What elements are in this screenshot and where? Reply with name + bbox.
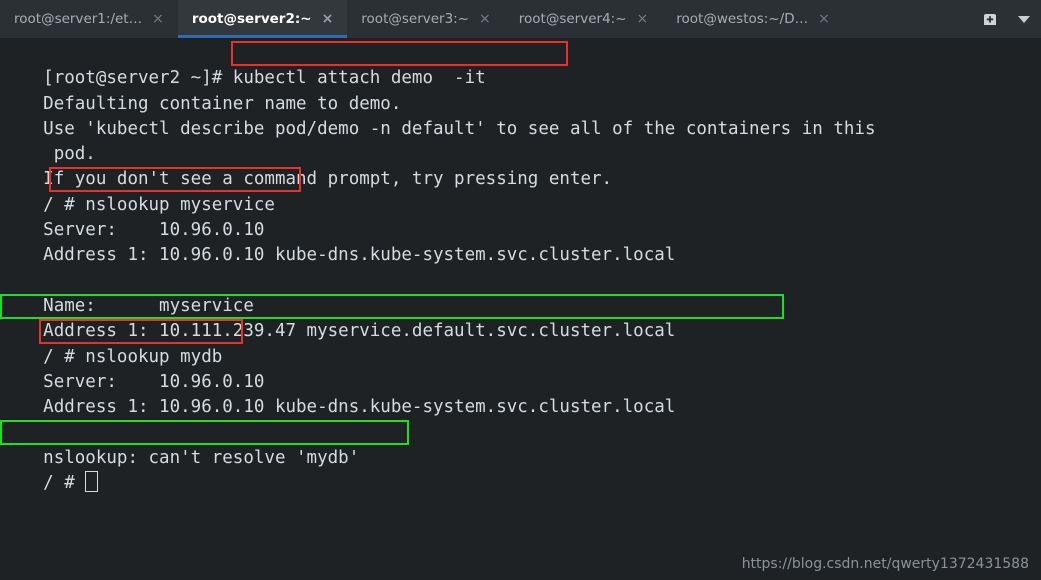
watermark-text: https://blog.csdn.net/qwerty1372431588	[741, 556, 1029, 572]
terminal-line-text: / #	[43, 473, 86, 494]
highlight-box-kubectl-attach	[231, 41, 568, 66]
terminal-line: Address 1: 10.96.0.10 kube-dns.kube-syst…	[0, 370, 1041, 417]
tab-label: root@server3:~	[361, 11, 470, 27]
tab-label: root@server1:/et…	[14, 11, 143, 27]
new-tab-icon[interactable]	[973, 0, 1007, 38]
terminal-tab-bar: root@server1:/et… × root@server2:~ × roo…	[0, 0, 1041, 38]
tab-server1[interactable]: root@server1:/et… ×	[0, 0, 178, 38]
tab-server4[interactable]: root@server4:~ ×	[505, 0, 662, 38]
tab-label: root@server2:~	[191, 11, 312, 27]
tab-westos[interactable]: root@westos:~/D… ×	[662, 0, 844, 38]
close-icon[interactable]: ×	[322, 12, 334, 26]
terminal-line: / # nslookup mydb	[0, 319, 1041, 367]
chevron-down-icon	[1018, 15, 1030, 23]
terminal-line: Address 1: 10.111.239.47 myservice.defau…	[0, 293, 1041, 341]
close-icon[interactable]: ×	[818, 12, 830, 26]
highlight-box-nslookup-myservice	[49, 167, 301, 193]
close-icon[interactable]: ×	[152, 12, 164, 26]
tab-server2[interactable]: root@server2:~ ×	[177, 0, 348, 38]
terminal-line: Server: 10.96.0.10	[0, 345, 1041, 392]
tab-list-dropdown[interactable]	[1007, 0, 1041, 38]
terminal-line: [root@server2 ~]# kubectl attach demo -i…	[0, 41, 1041, 88]
close-icon[interactable]: ×	[479, 12, 491, 26]
tab-server3[interactable]: root@server3:~ ×	[347, 0, 504, 38]
close-icon[interactable]: ×	[637, 12, 649, 26]
cursor-block	[85, 471, 99, 493]
terminal-line: If you don't see a command prompt, try p…	[0, 142, 1041, 189]
highlight-box-nslookup-mydb	[39, 319, 243, 345]
tab-label: root@server4:~	[518, 11, 627, 27]
tab-label: root@westos:~/D…	[676, 11, 809, 27]
terminal-line: / # nslookup myservice	[0, 167, 1041, 215]
tab-bar-spacer	[844, 0, 973, 38]
terminal-line: Address 1: 10.96.0.10 kube-dns.kube-syst…	[0, 218, 1041, 265]
terminal-prompt-line: / #	[0, 446, 1041, 493]
terminal-line: nslookup: can't resolve 'mydb'	[0, 420, 1041, 468]
terminal-line: Name: myservice	[0, 269, 1041, 316]
highlight-box-mydb-error	[0, 420, 409, 446]
terminal-line: Use 'kubectl describe pod/demo -n defaul…	[0, 92, 1041, 139]
terminal-line: Server: 10.96.0.10	[0, 193, 1041, 240]
terminal-line: pod.	[0, 117, 1041, 164]
highlight-box-myservice-address	[0, 293, 784, 319]
terminal-output[interactable]: [root@server2 ~]# kubectl attach demo -i…	[0, 38, 1041, 580]
terminal-line: Defaulting container name to demo.	[0, 66, 1041, 114]
